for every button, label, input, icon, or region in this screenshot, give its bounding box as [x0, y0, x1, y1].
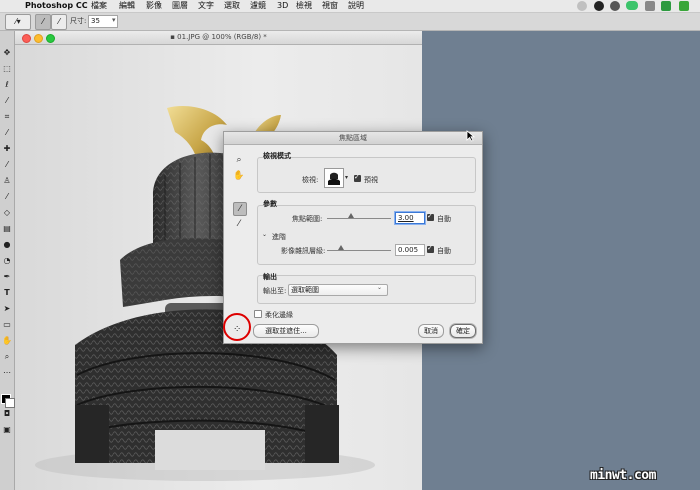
- menu-select[interactable]: 選取: [224, 0, 240, 12]
- hand-tool-icon[interactable]: ✋: [233, 170, 245, 182]
- screen-mode-icon[interactable]: ▣: [2, 425, 12, 435]
- select-and-mask-button[interactable]: 選取並遮住...: [253, 324, 319, 338]
- type-tool-icon[interactable]: T: [2, 288, 12, 298]
- brush-tool-icon[interactable]: ⁄: [2, 160, 12, 170]
- highlight-circle: [223, 313, 251, 341]
- subtract-selection-brush-icon[interactable]: ⁄: [51, 14, 67, 30]
- cloud-icon[interactable]: [645, 1, 655, 11]
- focus-range-auto-label: 自動: [437, 215, 451, 223]
- output-to-value: 選取範圍: [291, 286, 319, 294]
- menu-app-name[interactable]: Photoshop CC: [25, 0, 88, 12]
- add-to-selection-brush-icon[interactable]: ⁄: [35, 14, 51, 30]
- gradient-tool-icon[interactable]: ▤: [2, 224, 12, 234]
- lasso-tool-icon[interactable]: ℓ: [2, 80, 12, 90]
- view-label: 檢視:: [302, 176, 319, 184]
- focus-range-label: 焦點範圍:: [292, 215, 323, 223]
- marquee-tool-icon[interactable]: ⬚: [2, 64, 12, 74]
- ok-button[interactable]: 確定: [450, 324, 476, 338]
- pen-tool-icon[interactable]: ✒: [2, 272, 12, 282]
- healing-tool-icon[interactable]: ✚: [2, 144, 12, 154]
- hand-tool-icon[interactable]: ✋: [2, 336, 12, 346]
- zoom-tool-icon[interactable]: ⌕: [233, 154, 245, 166]
- quick-select-preset-icon[interactable]: ⁄▾: [5, 14, 31, 30]
- focus-range-slider-handle[interactable]: [348, 213, 354, 218]
- chevron-down-icon[interactable]: ▾: [345, 174, 348, 181]
- document-title-text: 01.JPG @ 100% (RGB/8) *: [177, 33, 267, 41]
- view-mode-heading: 檢視模式: [263, 152, 291, 160]
- quick-select-tool-icon[interactable]: ⁄: [2, 96, 12, 106]
- document-title: ▪ 01.JPG @ 100% (RGB/8) *: [15, 31, 422, 44]
- eraser-tool-icon[interactable]: ◇: [2, 208, 12, 218]
- preview-checkbox[interactable]: [354, 173, 361, 182]
- menu-view[interactable]: 檢視: [296, 0, 312, 12]
- focus-area-add-tool-icon[interactable]: ⁄: [233, 202, 247, 216]
- soften-edge-checkbox[interactable]: [254, 310, 262, 318]
- focus-range-auto-checkbox[interactable]: [427, 212, 434, 221]
- helmet-thumbnail-icon: [325, 169, 343, 187]
- focus-range-input[interactable]: 3.00: [395, 212, 425, 224]
- stamp-tool-icon[interactable]: ♙: [2, 176, 12, 186]
- menu-3d[interactable]: 3D: [277, 0, 288, 12]
- dialog-title: 焦點區域: [224, 132, 482, 145]
- watermark: minwt.com: [590, 468, 656, 483]
- noise-level-label: 影像雜訊層級:: [281, 247, 326, 255]
- noise-level-slider-handle[interactable]: [338, 245, 344, 250]
- menu-filter[interactable]: 濾鏡: [250, 0, 266, 12]
- menu-edit[interactable]: 編輯: [119, 0, 135, 12]
- history-brush-icon[interactable]: ⁄: [2, 192, 12, 202]
- menu-layer[interactable]: 圖層: [172, 0, 188, 12]
- dodge-tool-icon[interactable]: ◔: [2, 256, 12, 266]
- quick-mask-icon[interactable]: ◘: [2, 409, 12, 419]
- parameters-heading: 參數: [263, 200, 277, 208]
- background-color-swatch[interactable]: [5, 398, 15, 408]
- shape-tool-icon[interactable]: ▭: [2, 320, 12, 330]
- chevron-down-icon[interactable]: ⌄: [262, 231, 267, 238]
- menu-type[interactable]: 文字: [198, 0, 214, 12]
- chevron-down-icon[interactable]: ▾: [112, 15, 116, 26]
- output-to-select[interactable]: 選取範圍: [288, 284, 388, 296]
- menu-help[interactable]: 說明: [348, 0, 364, 12]
- size-label: 尺寸:: [70, 17, 87, 25]
- focus-area-dialog: 焦點區域 ⌕ ✋ ⁄ ⁄ 檢視模式 檢視: ▾ 預視 參數 焦點範圍: 3.00…: [223, 131, 483, 344]
- evernote-icon[interactable]: [661, 1, 671, 11]
- tools-panel: ✥ ⬚ ℓ ⁄ ⌗ ⁄ ✚ ⁄ ♙ ⁄ ◇ ▤ ● ◔ ✒ T ➤ ▭ ✋ ⌕ …: [0, 31, 15, 490]
- noise-level-auto-label: 自動: [437, 247, 451, 255]
- crop-tool-icon[interactable]: ⌗: [2, 112, 12, 122]
- eyedropper-tool-icon[interactable]: ⁄: [2, 128, 12, 138]
- path-select-tool-icon[interactable]: ➤: [2, 304, 12, 314]
- zoom-tool-icon[interactable]: ⌕: [2, 352, 12, 362]
- options-bar: ⁄▾ ⁄ ⁄ 尺寸: 35 ▾: [0, 13, 700, 31]
- chevron-down-icon[interactable]: ⌄: [377, 284, 382, 291]
- status-app-icon[interactable]: [610, 1, 620, 11]
- noise-level-auto-checkbox[interactable]: [427, 244, 434, 253]
- focus-range-slider[interactable]: [327, 218, 391, 219]
- move-tool-icon[interactable]: ✥: [2, 48, 12, 58]
- menu-file[interactable]: 檔案: [91, 0, 107, 12]
- mouse-cursor-icon: [466, 130, 475, 142]
- bomb-app-icon[interactable]: [594, 1, 604, 11]
- preview-label: 預視: [364, 176, 378, 184]
- output-to-label: 輸出至:: [263, 287, 287, 295]
- view-thumbnail[interactable]: [324, 168, 344, 188]
- advanced-label[interactable]: 進階: [272, 232, 286, 242]
- noise-level-input[interactable]: 0.005: [395, 244, 425, 256]
- more-tools-icon[interactable]: ⋯: [2, 368, 12, 378]
- soften-edge-label: 柔化邊緣: [265, 311, 293, 319]
- blur-tool-icon[interactable]: ●: [2, 240, 12, 250]
- menu-bar: Photoshop CC 檔案 編輯 影像 圖層 文字 選取 濾鏡 3D 檢視 …: [0, 0, 700, 13]
- focus-area-subtract-tool-icon[interactable]: ⁄: [233, 218, 245, 230]
- document-title-bar: ▪ 01.JPG @ 100% (RGB/8) *: [15, 31, 422, 45]
- menu-window[interactable]: 視窗: [322, 0, 338, 12]
- cancel-button[interactable]: 取消: [418, 324, 444, 338]
- noise-level-slider[interactable]: [327, 250, 391, 251]
- line-app-icon[interactable]: [626, 1, 638, 10]
- menu-image[interactable]: 影像: [146, 0, 162, 12]
- wifi-icon[interactable]: [577, 1, 587, 11]
- app-c-icon[interactable]: [679, 1, 689, 11]
- output-heading: 輸出: [263, 273, 277, 281]
